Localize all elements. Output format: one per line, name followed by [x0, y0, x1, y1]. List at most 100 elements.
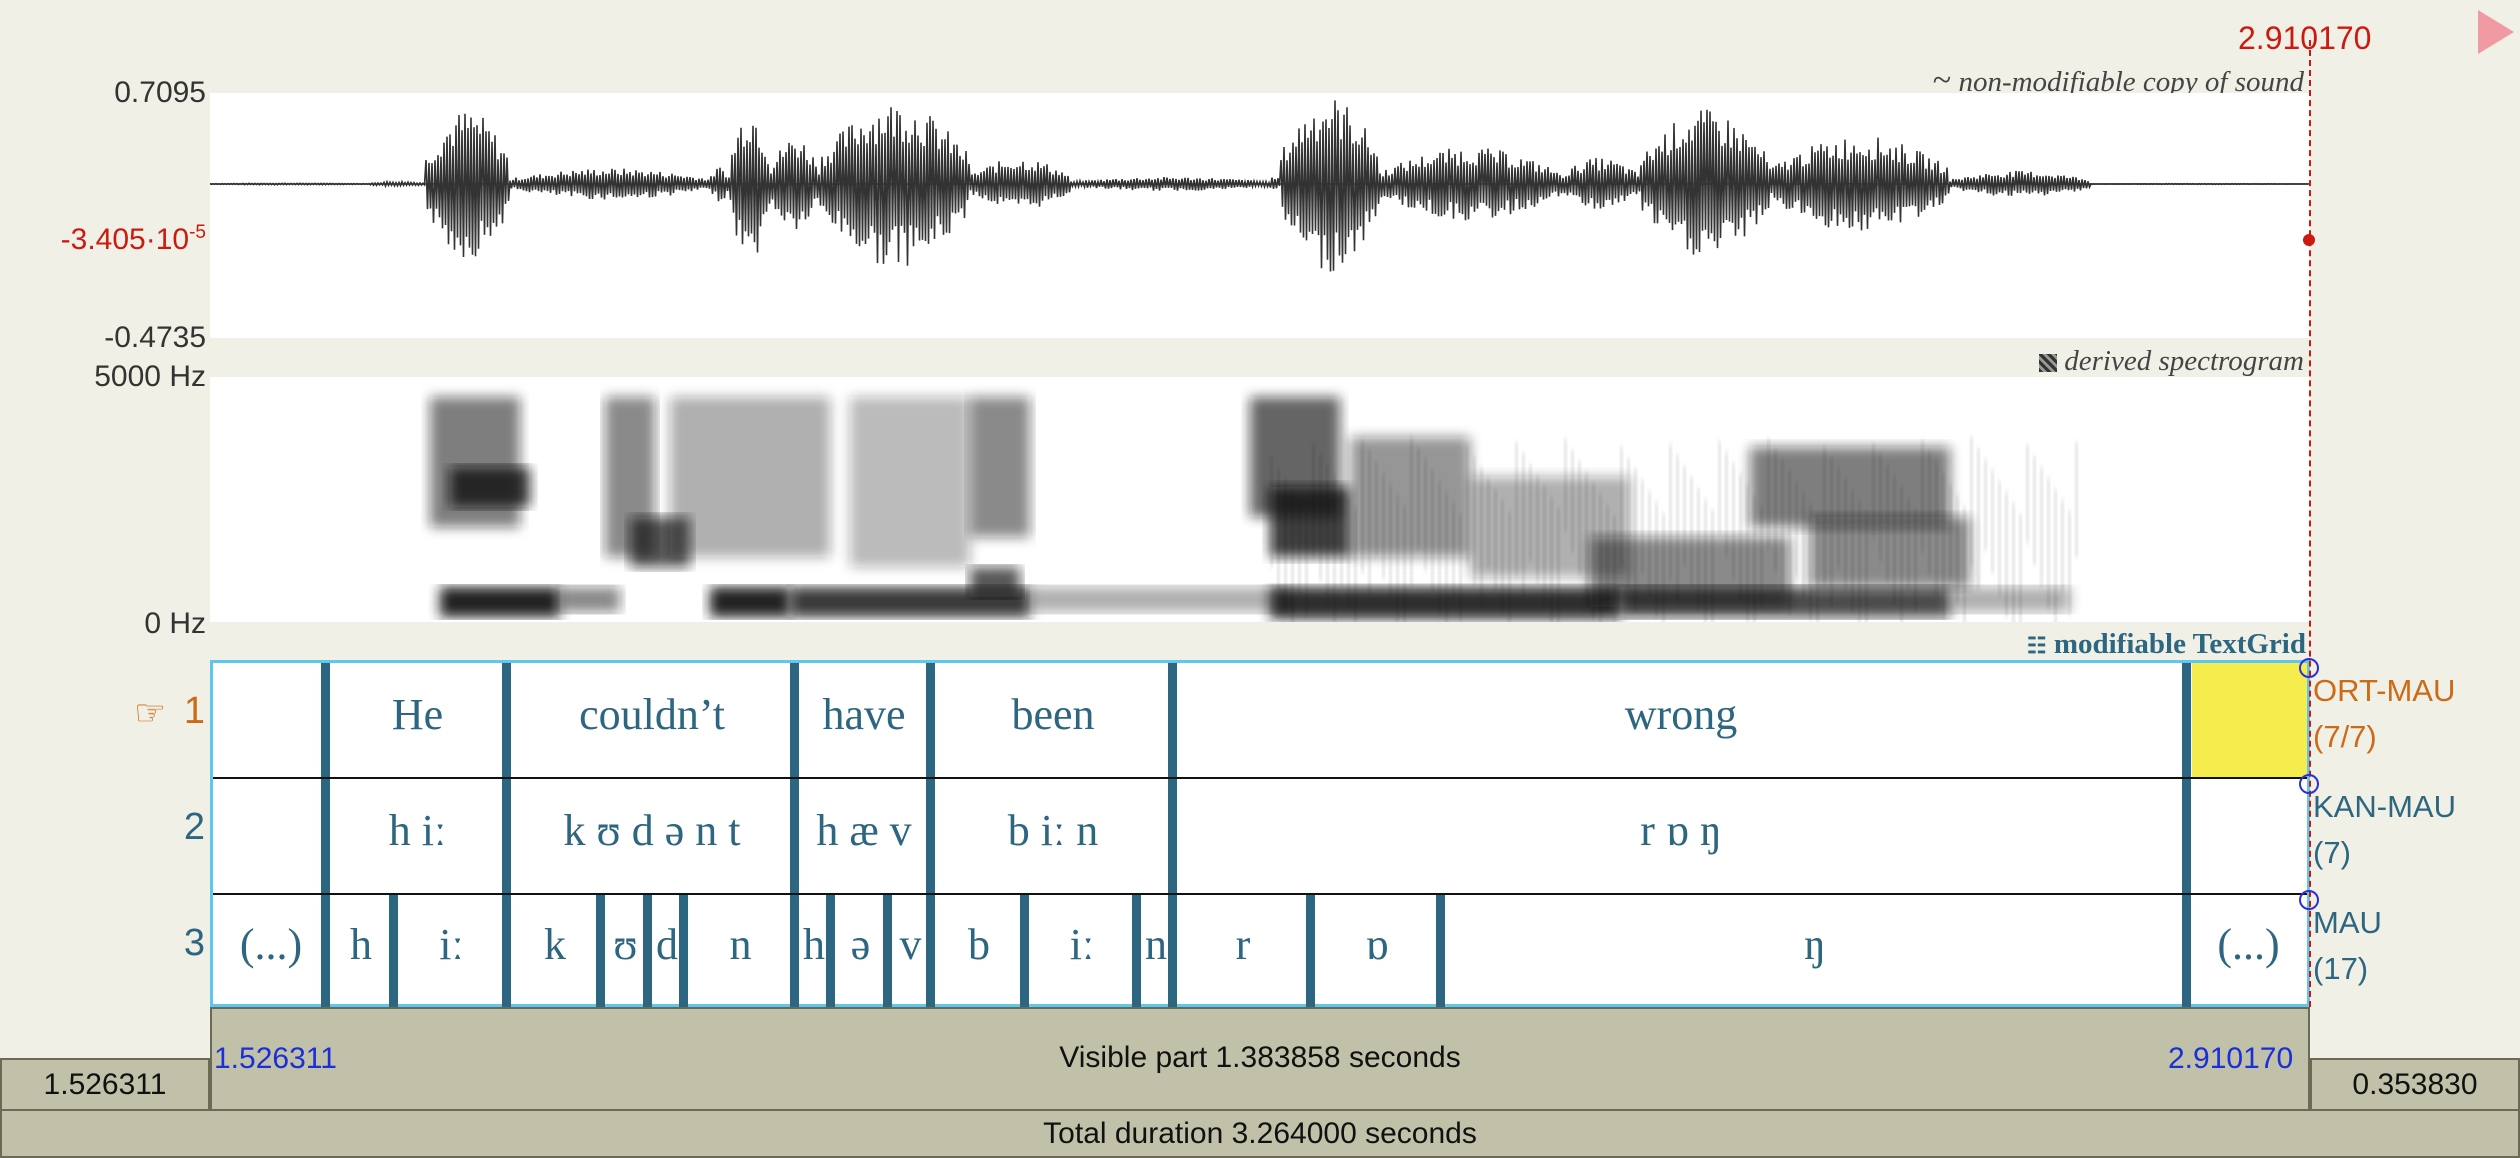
interval-text[interactable]: (...) [217, 919, 325, 970]
interval-text[interactable]: h iː [329, 805, 506, 856]
cursor-line[interactable] [2309, 40, 2311, 1007]
spectrogram-striation [1977, 448, 1980, 589]
spectrogram-striation [1788, 471, 1791, 615]
interval-boundary[interactable] [2182, 895, 2191, 1007]
textgrid-title: ☷ modifiable TextGrid [2026, 628, 2306, 660]
interval-text[interactable]: r ɒ ŋ [1176, 805, 2186, 856]
interval-text[interactable]: v [891, 919, 930, 970]
interval-boundary[interactable] [1132, 895, 1141, 1007]
interval-boundary[interactable] [502, 895, 511, 1007]
total-duration-bar[interactable]: Total duration 3.264000 seconds [0, 1109, 2520, 1158]
interval-boundary[interactable] [926, 663, 935, 777]
spectrogram-energy-band [850, 397, 970, 567]
spectrogram-striation [1816, 515, 1819, 622]
interval-boundary[interactable] [790, 663, 799, 777]
interval-text[interactable]: h [329, 919, 393, 970]
interval-text[interactable]: (...) [2190, 919, 2307, 970]
spectrogram-striation [1340, 487, 1343, 587]
interval-text[interactable]: b [934, 919, 1024, 970]
interval-boundary[interactable] [1436, 895, 1445, 1007]
interval-text[interactable]: ə [834, 919, 887, 970]
interval-boundary[interactable] [826, 895, 835, 1007]
tier-ort-mau[interactable]: He couldn’t have been wrong [213, 663, 2307, 779]
interval-boundary[interactable] [790, 779, 799, 893]
spectrogram-striation [1949, 484, 1952, 581]
interval-boundary[interactable] [1168, 779, 1177, 893]
interval-boundary[interactable] [321, 779, 330, 893]
textgrid-panel[interactable]: He couldn’t have been wrong h iː k ʊ d ə n th… [210, 660, 2310, 1007]
spectrogram-striation [1662, 513, 1665, 622]
spectrogram-striation [1473, 456, 1476, 585]
spectrogram-striation [2054, 489, 2057, 622]
tier-kan-mau[interactable]: h iː k ʊ d ə n th æ vb iː nr ɒ ŋ [213, 779, 2307, 895]
tier-3-number[interactable]: 3 [125, 922, 205, 965]
tier-mau[interactable]: (...) h iː k ʊ d n h ə v b iː n r ɒ ŋ (...) [213, 895, 2307, 1007]
interval-text[interactable]: h æ v [798, 805, 930, 856]
interval-boundary[interactable] [2182, 779, 2191, 893]
tier-2-number[interactable]: 2 [125, 806, 205, 849]
interval-boundary[interactable] [596, 895, 605, 1007]
tier-1-number[interactable]: 1 [125, 690, 205, 733]
spectrogram-striation [1634, 469, 1637, 611]
interval-text[interactable]: iː [397, 919, 506, 970]
interval-text[interactable]: ʊ [604, 919, 647, 970]
interval-text[interactable]: n [687, 919, 794, 970]
interval-boundary[interactable] [321, 663, 330, 777]
interval-boundary[interactable] [1168, 895, 1177, 1007]
spectrogram-striation [1417, 448, 1420, 549]
interval-boundary[interactable] [883, 895, 892, 1007]
interval-boundary[interactable] [790, 895, 799, 1007]
interval-boundary[interactable] [2182, 663, 2191, 777]
spectrogram-striation [1872, 443, 1875, 539]
interval-boundary[interactable] [926, 895, 935, 1007]
spectrogram-energy-band [450, 467, 530, 507]
tier-1-boundary-circle-icon[interactable] [2299, 658, 2319, 678]
interval-text[interactable]: have [798, 689, 930, 740]
spectrogram-striation [1599, 494, 1602, 622]
interval-text[interactable]: wrong [1176, 689, 2186, 740]
interval-boundary[interactable] [502, 779, 511, 893]
interval-boundary[interactable] [321, 895, 330, 1007]
interval-text[interactable]: k ʊ d ə n t [510, 805, 794, 856]
interval-boundary[interactable] [926, 779, 935, 893]
spectrogram-striation [1585, 472, 1588, 597]
interval-boundary[interactable] [1168, 663, 1177, 777]
interval-text[interactable]: r [1176, 919, 1310, 970]
interval-boundary[interactable] [502, 663, 511, 777]
interval-boundary[interactable] [1020, 895, 1029, 1007]
interval-text[interactable]: ŋ [1444, 919, 2186, 970]
interval-text[interactable]: He [329, 689, 506, 740]
spectrogram-panel[interactable] [210, 377, 2310, 622]
interval-boundary[interactable] [679, 895, 688, 1007]
interval-text[interactable]: iː [1028, 919, 1136, 970]
waveform-cursor-value: -3.405·10-5 [60, 222, 206, 256]
spectrogram-svg [430, 397, 2078, 622]
left-invisible-part-button[interactable]: 1.526311 [0, 1058, 210, 1111]
visible-part-bar[interactable]: Visible part 1.383858 seconds [210, 1007, 2310, 1111]
spectrogram-striation [1711, 510, 1714, 622]
spectrogram-striation [2019, 514, 2022, 622]
interval-text[interactable]: ɒ [1314, 919, 1440, 970]
waveform-panel[interactable] [210, 93, 2310, 338]
spectrogram-striation [1368, 451, 1371, 595]
spectrogram-energy-band [1950, 587, 2070, 612]
spectrogram-striation [1837, 468, 1840, 569]
interval-boundary[interactable] [643, 895, 652, 1007]
tier-3-boundary-circle-icon[interactable] [2299, 890, 2319, 910]
spectrogram-striation [1683, 466, 1686, 565]
spectrogram-striation [1578, 461, 1581, 575]
interval-text[interactable]: been [934, 689, 1172, 740]
selected-interval[interactable] [2192, 663, 2307, 777]
right-invisible-part-button[interactable]: 0.353830 [2310, 1058, 2520, 1111]
spectrogram-striation [1543, 486, 1546, 605]
tier-2-boundary-circle-icon[interactable] [2299, 774, 2319, 794]
interval-text[interactable]: couldn’t [510, 689, 794, 740]
play-triangle-icon[interactable] [2478, 10, 2514, 54]
interval-text[interactable]: k [510, 919, 600, 970]
spectrogram-striation [2047, 478, 2050, 609]
spectrogram-striation [1361, 440, 1364, 573]
interval-boundary[interactable] [389, 895, 398, 1007]
spectrogram-striation [1823, 446, 1826, 585]
interval-boundary[interactable] [1306, 895, 1315, 1007]
interval-text[interactable]: b iː n [934, 805, 1172, 856]
